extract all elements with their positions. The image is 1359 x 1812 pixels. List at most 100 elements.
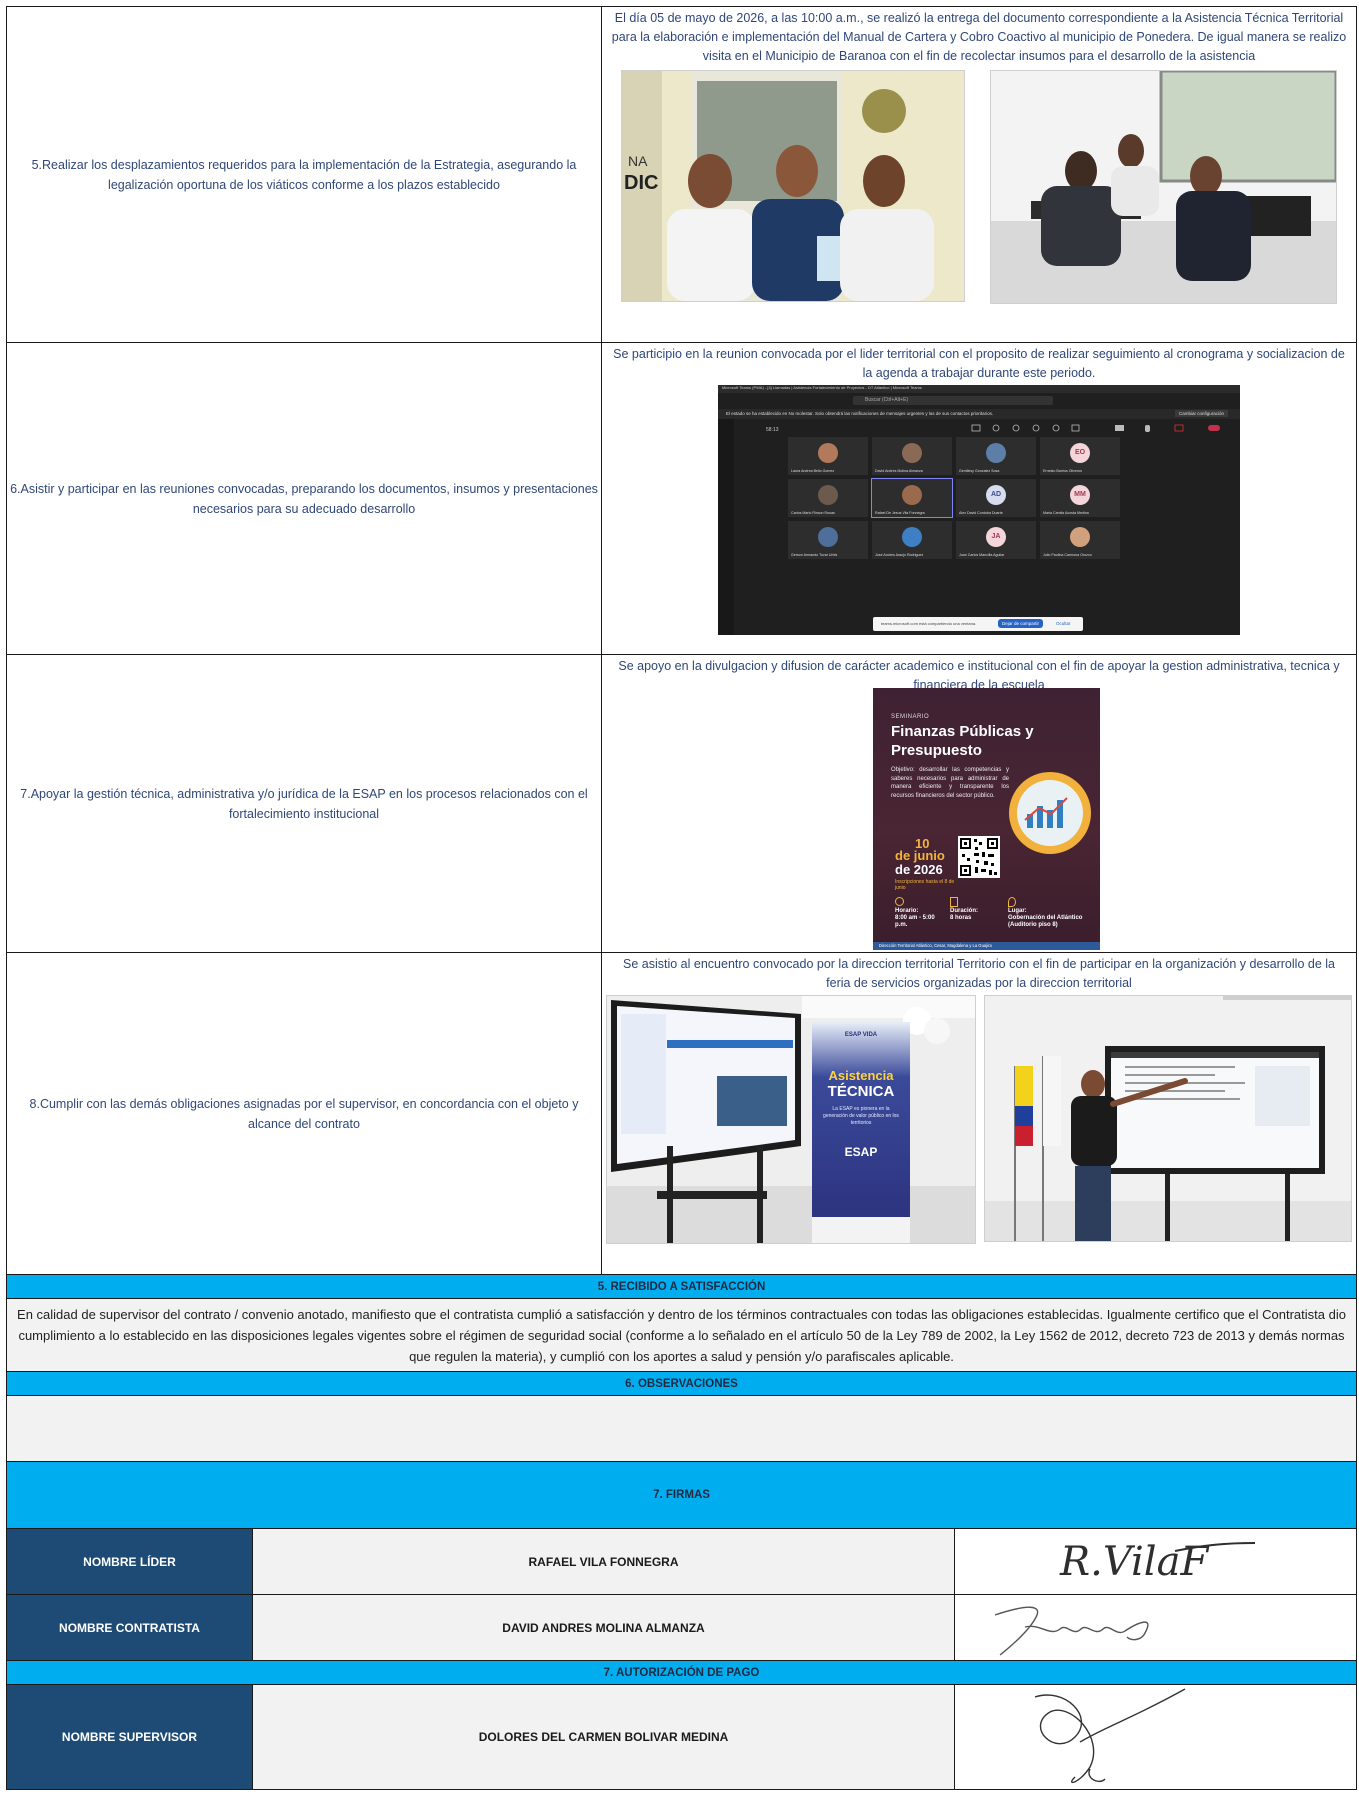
participant-tile: Laura Andrea Bello Gomez <box>788 437 868 475</box>
participant-name: Carlos Mario Rincon Rosas <box>791 511 835 515</box>
banner-top-text: ESAP VIDA <box>844 1032 878 1038</box>
participant-name: Juan Carlos Mancilla Aguilar <box>959 553 1005 557</box>
evidence-text: Se asistio al encuentro convocado por la… <box>623 957 1335 990</box>
meeting-timer: 58:13 <box>766 427 779 433</box>
participant-initials-avatar: MM <box>1070 485 1090 505</box>
supervisor-signature-image <box>1034 1688 1186 1784</box>
participant-avatar <box>902 485 922 505</box>
participant-name: Gerson Armando Tovar Urbis <box>791 553 838 557</box>
evidence-photos: NA DIC <box>602 66 1356 304</box>
obligation-text: 7.Apoyar la gestión técnica, administrat… <box>6 654 602 953</box>
evidence-text: El día 05 de mayo de 2026, a las 10:00 a… <box>611 11 1347 63</box>
flyer-chart-icon <box>1009 772 1091 854</box>
participant-tile-active: Rafael De Jesus Vila Fonnegra <box>871 478 953 518</box>
participant-avatar <box>1070 527 1090 547</box>
office-photo <box>990 70 1338 304</box>
obligation-text: 6.Asistir y participar en las reuniones … <box>6 342 602 655</box>
svg-text:NA: NA <box>628 153 648 169</box>
dnd-notice-bar: El estado se ha establecido en No molest… <box>718 409 1240 419</box>
banner-subtitle: La ESAP es pionera en la generación de v… <box>823 1106 899 1126</box>
participant-avatar <box>818 527 838 547</box>
signature-cell <box>954 1594 1357 1661</box>
participant-grid: Laura Andrea Bello Gomez David Andres Mo… <box>788 437 1120 559</box>
evidence-cell: Se participio en la reunion convocada po… <box>601 342 1357 655</box>
participant-tile: Julio Paulina Carmona Orozco <box>1040 521 1120 559</box>
participant-name: Alex David Cordoba Duarte <box>959 511 1003 515</box>
stop-sharing-button[interactable]: Dejar de compartir <box>998 619 1044 628</box>
evidence-cell: Se apoyo en la divulgacion y difusion de… <box>601 654 1357 953</box>
flyer-kicker: SEMINARIO <box>891 714 930 720</box>
observations-text <box>6 1395 1357 1462</box>
participant-tile: Carlos Mario Rincon Rosas <box>788 479 868 517</box>
evidence-cell: Se asistio al encuentro convocado por la… <box>601 952 1357 1275</box>
hide-sharing-button[interactable]: Ocultar <box>1056 621 1071 626</box>
participant-name: Julio Paulina Carmona Orozco <box>1043 553 1092 557</box>
obligation-text: 8.Cumplir con las demás obligaciones asi… <box>6 952 602 1275</box>
firmas-header: 7. FIRMAS <box>6 1461 1357 1529</box>
teams-meeting-screenshot: Microsoft Teams (PWA) - [4] Llamadas | A… <box>718 385 1240 635</box>
seminar-flyer: SEMINARIO Finanzas Públicas y Presupuest… <box>873 688 1100 950</box>
change-settings-button[interactable]: Cambiar configuración <box>1174 410 1228 417</box>
obligation-text: 5.Realizar los desplazamientos requerido… <box>6 6 602 343</box>
participant-name: David Andres Molina Almanza <box>875 469 923 473</box>
participant-initials-avatar: JA <box>986 527 1006 547</box>
flyer-qr-code <box>958 836 1000 878</box>
flyer-lugar: Gobernación del Atlántico (Auditorio pis… <box>1008 915 1083 928</box>
flyer-date-note: Inscripciones hasta el 8 de junio <box>895 879 955 891</box>
flyer-lugar-label: Lugar: <box>1008 908 1027 914</box>
observaciones-header: 6. OBSERVACIONES <box>6 1371 1357 1396</box>
participant-name: Laura Andrea Bello Gomez <box>791 469 835 473</box>
sharing-banner: teams.microsoft.com está compartiendo un… <box>873 617 1083 631</box>
participant-name: Maria Camila Acosta Medina <box>1043 511 1089 515</box>
participant-tile: EO Ernesto Barrios Oliveros <box>1040 437 1120 475</box>
flyer-date-year: de 2026 <box>895 862 943 877</box>
signature-row-contractor: NOMBRE CONTRATISTA DAVID ANDRES MOLINA A… <box>6 1594 1357 1661</box>
section-header-row: 5. RECIBIDO A SATISFACCIÓN <box>6 1274 1357 1299</box>
role-label: NOMBRE CONTRATISTA <box>6 1594 253 1661</box>
obligation-row-7: 7.Apoyar la gestión técnica, administrat… <box>6 654 1357 953</box>
fair-booth-photo: ESAP VIDA Asistencia TÉCNICA La ESAP es … <box>606 995 976 1244</box>
banner-footer-strip <box>812 1217 910 1243</box>
teams-left-rail <box>718 419 734 635</box>
signer-name: RAFAEL VILA FONNEGRA <box>252 1528 955 1595</box>
document-page: 5.Realizar los desplazamientos requerido… <box>0 0 1359 1812</box>
participant-tile: AD Alex David Cordoba Duarte <box>956 479 1036 517</box>
activities-report-table: 5.Realizar los desplazamientos requerido… <box>6 6 1357 1790</box>
evidence-cell: El día 05 de mayo de 2026, a las 10:00 a… <box>601 6 1357 343</box>
obligation-row-6: 6.Asistir y participar en las reuniones … <box>6 342 1357 655</box>
contractor-signature-image <box>994 1606 1149 1656</box>
signature-cell <box>954 1684 1357 1790</box>
banner-title-line1: Asistencia <box>828 1068 894 1083</box>
teams-title-bar: Microsoft Teams (PWA) - [4] Llamadas | A… <box>718 385 1240 393</box>
participant-name: Gentilesy Gonzalez Sosa <box>959 469 1000 473</box>
obligation-row-8: 8.Cumplir con las demás obligaciones asi… <box>6 952 1357 1275</box>
flyer-footer-text: Dirección Territorial Atlántico, Cesar, … <box>879 943 992 948</box>
flyer-title: Finanzas Públicas y Presupuesto <box>891 723 1034 759</box>
flyer-clock-icon <box>895 897 904 906</box>
flyer-horario: 8:00 am - 5:00 p.m. <box>895 915 935 928</box>
signature-row-leader: NOMBRE LÍDER RAFAEL VILA FONNEGRA R.Vila… <box>6 1528 1357 1595</box>
toolbar-icons <box>971 424 1220 432</box>
teams-search-input[interactable]: Buscar (Ctrl+Alt+E) <box>853 396 1053 405</box>
flyer-hourglass-icon <box>950 897 958 907</box>
call-controls <box>970 423 1230 437</box>
signer-name: DAVID ANDRES MOLINA ALMANZA <box>252 1594 955 1661</box>
participant-avatar <box>986 443 1006 463</box>
participant-name: Rafael De Jesus Vila Fonnegra <box>875 511 925 515</box>
flyer-objective: Objetivo: desarrollar las competencias y… <box>891 767 1009 799</box>
section-header-row: 6. OBSERVACIONES <box>6 1371 1357 1396</box>
participant-tile: Gerson Armando Tovar Urbis <box>788 521 868 559</box>
leader-signature-image: R.VilaF <box>1059 1539 1256 1585</box>
participant-tile: JA Juan Carlos Mancilla Aguilar <box>956 521 1036 559</box>
signature-cell: R.VilaF <box>954 1528 1357 1595</box>
flyer-horario-label: Horario: <box>895 908 919 914</box>
participant-initials-avatar: EO <box>1070 443 1090 463</box>
leader-signature-text: R.VilaF <box>1059 1539 1209 1585</box>
certification-row: En calidad de supervisor del contrato / … <box>6 1298 1357 1372</box>
flyer-footer-bar: Dirección Territorial Atlántico, Cesar, … <box>873 942 1100 950</box>
autorizacion-header: 7. AUTORIZACIÓN DE PAGO <box>6 1660 1357 1685</box>
signature-row-supervisor: NOMBRE SUPERVISOR DOLORES DEL CARMEN BOL… <box>6 1684 1357 1790</box>
participant-avatar <box>902 443 922 463</box>
obligation-row-5: 5.Realizar los desplazamientos requerido… <box>6 6 1357 343</box>
recibido-header: 5. RECIBIDO A SATISFACCIÓN <box>6 1274 1357 1299</box>
